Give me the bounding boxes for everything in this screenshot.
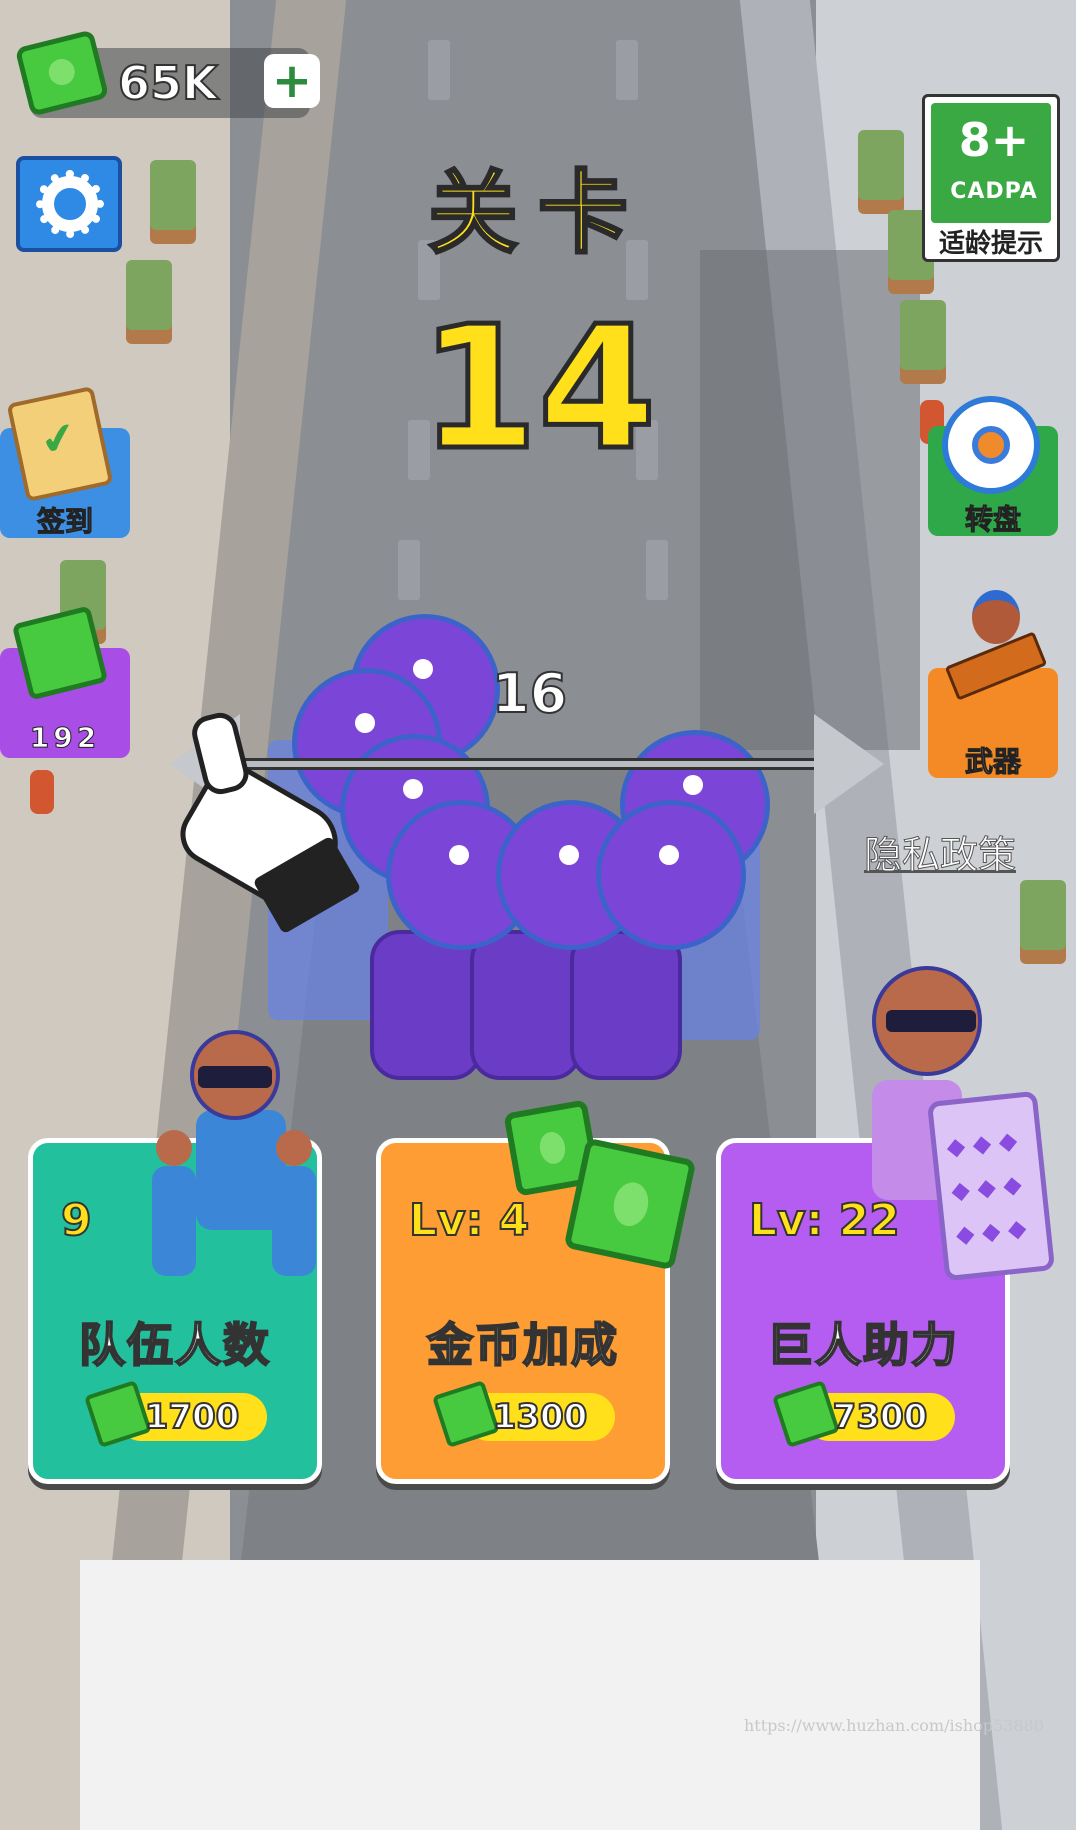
checkin-button[interactable]: 签到 (0, 385, 130, 539)
crowd-soldier (596, 800, 746, 950)
lane-marking (428, 40, 450, 100)
upgrade-level: 9 (60, 1194, 93, 1247)
drag-arrow-line (210, 758, 850, 770)
level-number: 14 (417, 288, 659, 491)
soldier-body (370, 930, 482, 1080)
upgrade-price: 1700 (144, 1396, 241, 1438)
crowd-count: 16 (491, 661, 568, 726)
watermark-text: https://www.huzhan.com/ishop53880 (744, 1716, 1044, 1735)
privacy-policy-link[interactable]: 隐私政策 (863, 824, 1016, 879)
prize-wheel-label: 转盘 (964, 503, 1021, 537)
team-member-figure (272, 1130, 316, 1276)
planter (126, 260, 172, 330)
upgrade-price: 1300 (492, 1396, 589, 1438)
upgrade-level: Lv: 4 (408, 1194, 530, 1247)
upgrade-title: 巨人助力 (766, 1317, 959, 1373)
cash-stack-icon (563, 1137, 697, 1271)
lane-marking (646, 540, 668, 600)
upgrade-price: 7300 (832, 1396, 929, 1438)
arrow-right-icon (814, 714, 884, 814)
upgrade-title: 金币加成 (426, 1317, 619, 1373)
prize-wheel-button[interactable]: 转盘 (928, 396, 1058, 537)
upgrade-price-button[interactable]: 1700 (83, 1379, 267, 1449)
lane-marking (398, 540, 420, 600)
prize-wheel-icon (942, 396, 1040, 494)
checkin-label: 签到 (36, 505, 93, 539)
team-member-figure (152, 1130, 196, 1276)
gear-icon (36, 170, 104, 238)
age-rating-number: 8+ (958, 113, 1030, 167)
upgrade-price-button[interactable]: 1300 (431, 1379, 615, 1449)
weapon-button[interactable]: 武器 (928, 590, 1058, 779)
soldier-body (570, 930, 682, 1080)
bottom-banner-area (80, 1560, 980, 1830)
add-money-button[interactable]: + (264, 54, 320, 108)
settings-button[interactable] (16, 156, 122, 252)
soldier-body (470, 930, 582, 1080)
money-amount: 65K (117, 55, 219, 111)
upgrade-level: Lv: 22 (748, 1194, 901, 1247)
cash-reward-amount: 192 (29, 721, 101, 755)
planter (900, 300, 946, 370)
weapon-label: 武器 (964, 745, 1021, 779)
lane-marking (616, 40, 638, 100)
age-rating-badge[interactable]: 8+ CADPA 适龄提示 (922, 94, 1060, 262)
upgrade-title: 队伍人数 (78, 1317, 271, 1373)
age-rating-org: CADPA (950, 179, 1038, 204)
upgrade-price-button[interactable]: 7300 (771, 1379, 955, 1449)
cash-reward-button[interactable]: 192 (0, 605, 130, 758)
planter (150, 160, 196, 230)
age-rating-hint: 适龄提示 (938, 229, 1043, 259)
fire-hydrant (30, 770, 54, 814)
sunglasses-icon (886, 1010, 976, 1032)
planter (1020, 880, 1066, 950)
age-rating-top: 8+ CADPA (931, 103, 1051, 223)
level-title: 关卡 (427, 160, 648, 268)
planter (858, 130, 904, 200)
spike-shield-icon (926, 1090, 1056, 1282)
sunglasses-icon (198, 1066, 272, 1088)
character-head-icon (972, 590, 1020, 644)
